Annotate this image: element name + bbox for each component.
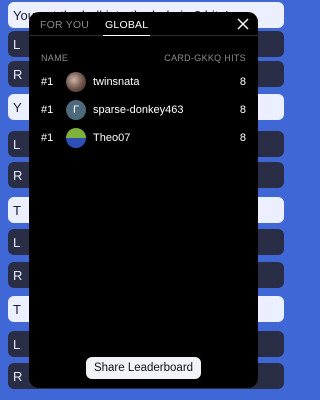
tab-for-you[interactable]: FOR YOU	[40, 12, 89, 36]
rank-label: #1	[41, 104, 54, 116]
player-score: 8	[239, 76, 246, 88]
player-score: 8	[239, 104, 246, 116]
log-row-text: L	[13, 336, 21, 352]
leaderboard-row[interactable]: #1 Theo07 8	[29, 124, 258, 152]
avatar	[66, 72, 86, 92]
tab-bar: FOR YOU GLOBAL	[29, 12, 258, 36]
player-name: Theo07	[93, 132, 131, 144]
log-row-text: R	[13, 267, 23, 283]
leaderboard-modal: FOR YOU GLOBAL NAME CARD-GKKQ HITS #1 tw…	[29, 12, 258, 388]
avatar	[66, 128, 86, 148]
rank-label: #1	[41, 76, 54, 88]
leaderboard-row[interactable]: #1 Г sparse-donkey463 8	[29, 96, 258, 124]
rank-label: #1	[41, 132, 54, 144]
leaderboard-row[interactable]: #1 twinsnata 8	[29, 68, 258, 96]
close-icon-graphic	[237, 18, 249, 30]
log-row-text: L	[13, 234, 21, 250]
log-row-text: R	[13, 368, 23, 384]
player-name: sparse-donkey463	[93, 104, 184, 116]
player-name: twinsnata	[93, 76, 140, 88]
log-row-text: Y	[13, 99, 22, 115]
share-leaderboard-button[interactable]: Share Leaderboard	[86, 357, 201, 379]
log-row-text: L	[13, 36, 21, 52]
column-score-label: CARD-GKKQ HITS	[164, 53, 246, 63]
log-row-text: T	[13, 202, 21, 218]
log-row-text: L	[13, 136, 21, 152]
player-score: 8	[239, 132, 246, 144]
log-row-text: T	[13, 301, 21, 317]
log-row-text: R	[13, 167, 23, 183]
log-row-text: R	[13, 66, 23, 82]
avatar: Г	[66, 100, 86, 120]
column-header: NAME CARD-GKKQ HITS	[29, 53, 258, 63]
column-name-label: NAME	[41, 53, 69, 63]
close-icon[interactable]	[236, 17, 250, 31]
tab-global[interactable]: GLOBAL	[103, 12, 151, 36]
